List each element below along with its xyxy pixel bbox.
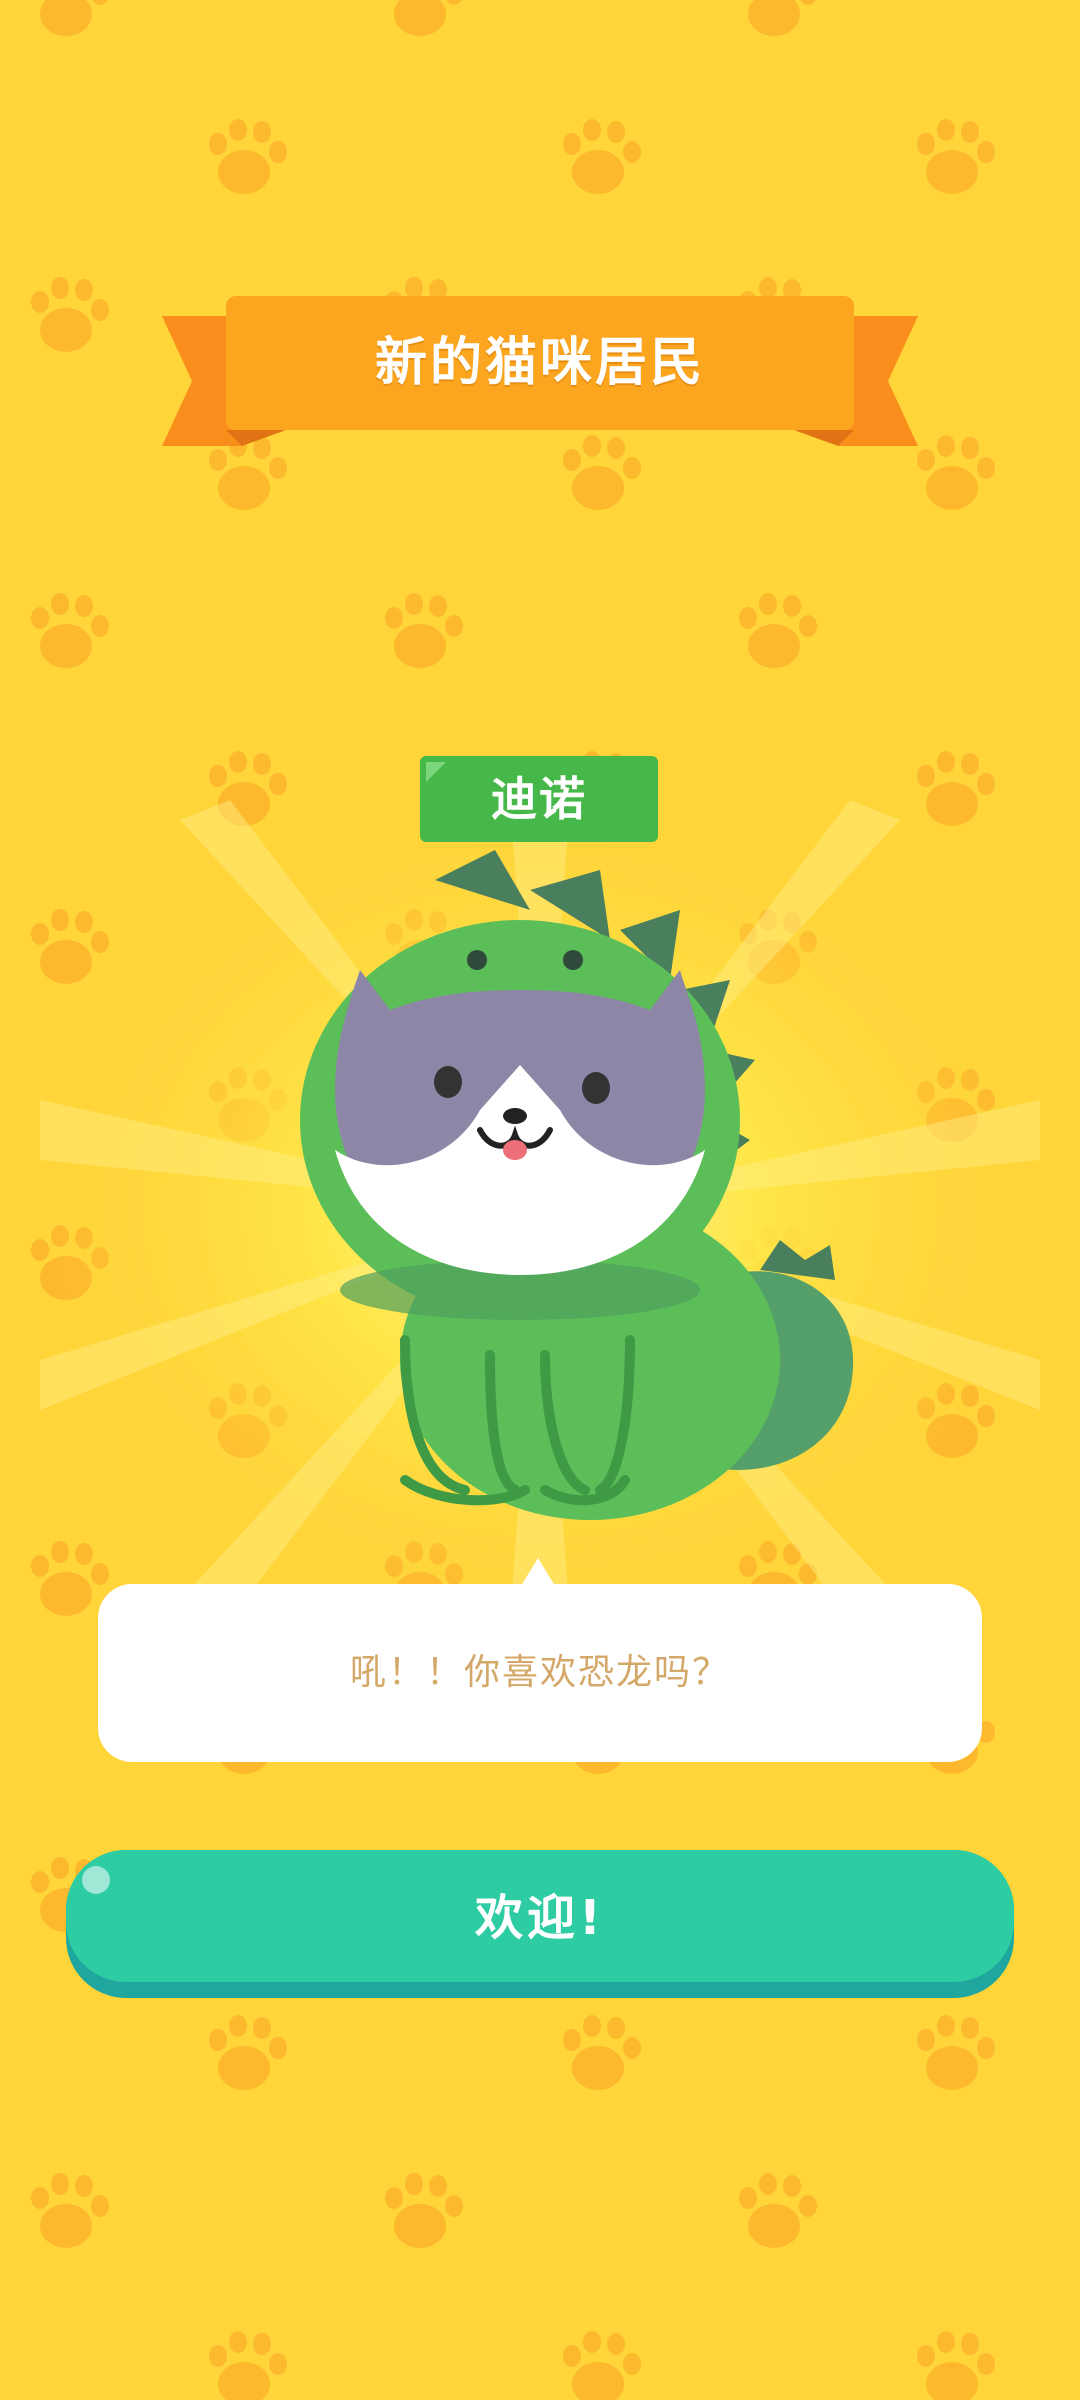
paw-print-icon [917, 119, 995, 194]
paw-print-icon [209, 119, 287, 194]
paw-print-icon [739, 593, 817, 668]
paw-print-icon [563, 2015, 641, 2090]
new-resident-banner: 新的猫咪居民 [162, 296, 918, 452]
paw-print-icon [209, 2015, 287, 2090]
paw-print-icon [40, 0, 108, 36]
dino-cat-illustration [290, 850, 870, 1530]
speech-bubble-tail [521, 1558, 555, 1586]
paw-print-icon [739, 2173, 817, 2248]
welcome-button[interactable]: 欢迎! [66, 1850, 1014, 1998]
cat-name: 迪诺 [491, 772, 587, 826]
welcome-button-label[interactable]: 欢迎! [66, 1850, 1014, 1982]
speech-text: 吼！！你喜欢恐龙吗？ [349, 1652, 730, 1693]
paw-print-icon [385, 593, 463, 668]
speech-bubble: 吼！！你喜欢恐龙吗？ [98, 1584, 982, 1762]
paw-print-icon [917, 2331, 995, 2400]
paw-print-icon [563, 2331, 641, 2400]
paw-print-icon [209, 2331, 287, 2400]
paw-print-icon [31, 593, 109, 668]
paw-print-icon [563, 119, 641, 194]
cat-name-tag: 迪诺 [420, 756, 658, 842]
paw-print-icon [917, 2015, 995, 2090]
banner-title: 新的猫咪居民 [374, 333, 705, 393]
paw-print-icon [31, 277, 109, 352]
paw-print-icon [917, 435, 995, 510]
paw-print-icon [385, 2173, 463, 2248]
paw-print-icon [748, 0, 816, 36]
paw-print-icon [394, 0, 462, 36]
paw-print-icon [31, 2173, 109, 2248]
